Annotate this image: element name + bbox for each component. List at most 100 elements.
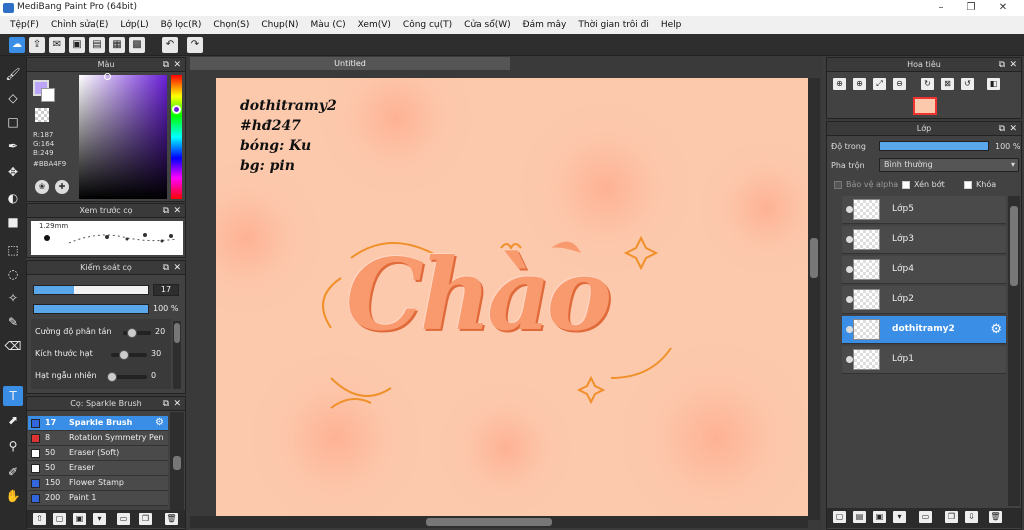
- layer-merge-down-icon[interactable]: ⇩: [965, 511, 978, 523]
- menu-snap[interactable]: Chụp(N): [255, 20, 304, 30]
- brush-list-scrollbar[interactable]: [170, 412, 184, 510]
- menu-window[interactable]: Cửa sổ(W): [458, 20, 516, 30]
- operation-icon[interactable]: ⬈: [3, 410, 23, 430]
- palette-add-icon[interactable]: ✚: [55, 180, 69, 194]
- brush-params-scroll-thumb[interactable]: [174, 323, 180, 343]
- layer-folder-icon[interactable]: ▭: [919, 511, 932, 523]
- panel-float-icon[interactable]: ⧉: [999, 58, 1005, 72]
- eraser-icon[interactable]: ◇: [3, 88, 23, 108]
- visibility-icon[interactable]: [846, 296, 853, 303]
- brush-new-icon[interactable]: ▢: [53, 513, 66, 525]
- eyedropper-icon[interactable]: ⚲: [3, 436, 23, 456]
- blend-mode-select[interactable]: Bình thường ▾: [879, 158, 1019, 172]
- panel-float-icon[interactable]: ⧉: [163, 58, 169, 72]
- document-icon[interactable]: ▤: [89, 37, 105, 53]
- comment-icon[interactable]: ✉: [49, 37, 65, 53]
- brush-list-item[interactable]: 8 Rotation Symmetry Pen: [28, 431, 168, 446]
- redo-icon[interactable]: ↷: [187, 37, 203, 53]
- menu-tools[interactable]: Công cụ(T): [397, 20, 458, 30]
- menu-edit[interactable]: Chỉnh sửa(E): [45, 20, 114, 30]
- brush-size-slider[interactable]: [33, 285, 149, 295]
- visibility-icon[interactable]: [846, 356, 853, 363]
- visibility-icon[interactable]: [846, 326, 853, 333]
- sv-picker-handle[interactable]: [104, 73, 111, 80]
- layer-new-halftone-icon[interactable]: ▤: [853, 511, 866, 523]
- menu-select[interactable]: Chọn(S): [207, 20, 255, 30]
- share-icon[interactable]: ⇪: [29, 37, 45, 53]
- canvas-h-scrollbar[interactable]: [190, 516, 808, 528]
- panel-close-icon[interactable]: ✕: [173, 397, 181, 411]
- save-icon[interactable]: ▣: [69, 37, 85, 53]
- rotate-icon[interactable]: ↻: [921, 78, 934, 90]
- palette-icon[interactable]: ❀: [35, 180, 49, 194]
- eyedropper2-icon[interactable]: ✐: [3, 462, 23, 482]
- panel-close-icon[interactable]: ✕: [1009, 58, 1017, 72]
- magic-wand-icon[interactable]: ✧: [3, 288, 23, 308]
- navigator-thumbnail[interactable]: [913, 97, 937, 115]
- menu-cloud[interactable]: Đám mây: [517, 20, 573, 30]
- brush-list-item[interactable]: 200 Paint 1: [28, 491, 168, 506]
- undo-icon[interactable]: ↶: [162, 37, 178, 53]
- flip-icon[interactable]: ◧: [987, 78, 1000, 90]
- menu-help[interactable]: Help: [655, 20, 688, 30]
- rotate-ccw-icon[interactable]: ↺: [961, 78, 974, 90]
- move-icon[interactable]: ✥: [3, 162, 23, 182]
- layer-row[interactable]: Lớp1: [842, 346, 1006, 374]
- menu-file[interactable]: Tệp(F): [4, 20, 45, 30]
- rectangle-icon[interactable]: □: [3, 112, 23, 132]
- canvas-v-scroll-thumb[interactable]: [810, 238, 818, 278]
- artboard[interactable]: dothitramy2 #hđ247 bóng: Ku bg: pin Chào: [216, 78, 808, 520]
- param-knob-scatter[interactable]: [126, 328, 137, 338]
- zoom-out-icon[interactable]: ⊖: [893, 78, 906, 90]
- visibility-icon[interactable]: [846, 236, 853, 243]
- brush-list-item[interactable]: 50 Eraser: [28, 461, 168, 476]
- lasso-icon[interactable]: ◌: [3, 264, 23, 284]
- hand-icon[interactable]: ✋: [3, 486, 23, 506]
- tile-icon[interactable]: ▩: [129, 37, 145, 53]
- panel-float-icon[interactable]: ⧉: [163, 204, 169, 218]
- layer-row[interactable]: Lớp2: [842, 286, 1006, 314]
- select-eraser-icon[interactable]: ⌫: [3, 336, 23, 356]
- panel-float-icon[interactable]: ⧉: [163, 397, 169, 411]
- layer-add-menu-icon[interactable]: ▾: [893, 511, 906, 523]
- brush-params-scrollbar[interactable]: [173, 321, 181, 389]
- protect-alpha-checkbox[interactable]: [834, 181, 842, 189]
- visibility-icon[interactable]: [846, 206, 853, 213]
- menu-timelapse[interactable]: Thời gian trôi đi: [572, 20, 654, 30]
- brush-add-icon[interactable]: ▣: [73, 513, 86, 525]
- gear-icon[interactable]: ⚙: [155, 417, 164, 428]
- layer-row[interactable]: Lớp4: [842, 256, 1006, 284]
- pen-icon[interactable]: ✒: [3, 136, 23, 156]
- maximize-button[interactable]: ❐: [956, 0, 986, 16]
- layer-opacity-slider[interactable]: [879, 141, 989, 151]
- brush-opacity-slider[interactable]: [33, 304, 149, 314]
- param-knob-particle-size[interactable]: [118, 350, 129, 360]
- fit-icon[interactable]: ⤢: [873, 78, 886, 90]
- panel-float-icon[interactable]: ⧉: [163, 261, 169, 275]
- layer-new-icon[interactable]: ▢: [833, 511, 846, 523]
- brush-list-scroll-thumb[interactable]: [173, 456, 181, 470]
- transparent-color-swatch[interactable]: [35, 108, 49, 122]
- brush-list-item[interactable]: 17 Sparkle Brush ⚙: [28, 416, 168, 431]
- brush-delete-icon[interactable]: 🗑: [165, 513, 178, 525]
- param-slider-scatter[interactable]: [123, 328, 151, 338]
- grid-icon[interactable]: ▦: [109, 37, 125, 53]
- brush-copy-icon[interactable]: ❐: [139, 513, 152, 525]
- param-slider-particle-size[interactable]: [111, 350, 147, 360]
- brush-list-item[interactable]: 150 Flower Stamp: [28, 476, 168, 491]
- brush-size-value[interactable]: 17: [153, 284, 179, 296]
- layer-delete-icon[interactable]: 🗑: [989, 511, 1002, 523]
- panel-close-icon[interactable]: ✕: [1009, 122, 1017, 136]
- canvas-h-scroll-thumb[interactable]: [426, 518, 552, 526]
- select-rect-icon[interactable]: ⬚: [3, 240, 23, 260]
- zoom-in-icon[interactable]: ⊕: [833, 78, 846, 90]
- fill-rect-icon[interactable]: ■: [3, 212, 23, 232]
- layer-list-scrollbar[interactable]: [1008, 196, 1020, 506]
- brush-cloud-icon[interactable]: ⇧: [33, 513, 46, 525]
- param-slider-random[interactable]: [107, 372, 147, 382]
- layer-list-scroll-thumb[interactable]: [1010, 206, 1018, 286]
- brush-list-item[interactable]: 50 Eraser (Soft): [28, 446, 168, 461]
- menu-layer[interactable]: Lớp(L): [114, 20, 154, 30]
- visibility-icon[interactable]: [846, 266, 853, 273]
- background-color-swatch[interactable]: [41, 88, 55, 102]
